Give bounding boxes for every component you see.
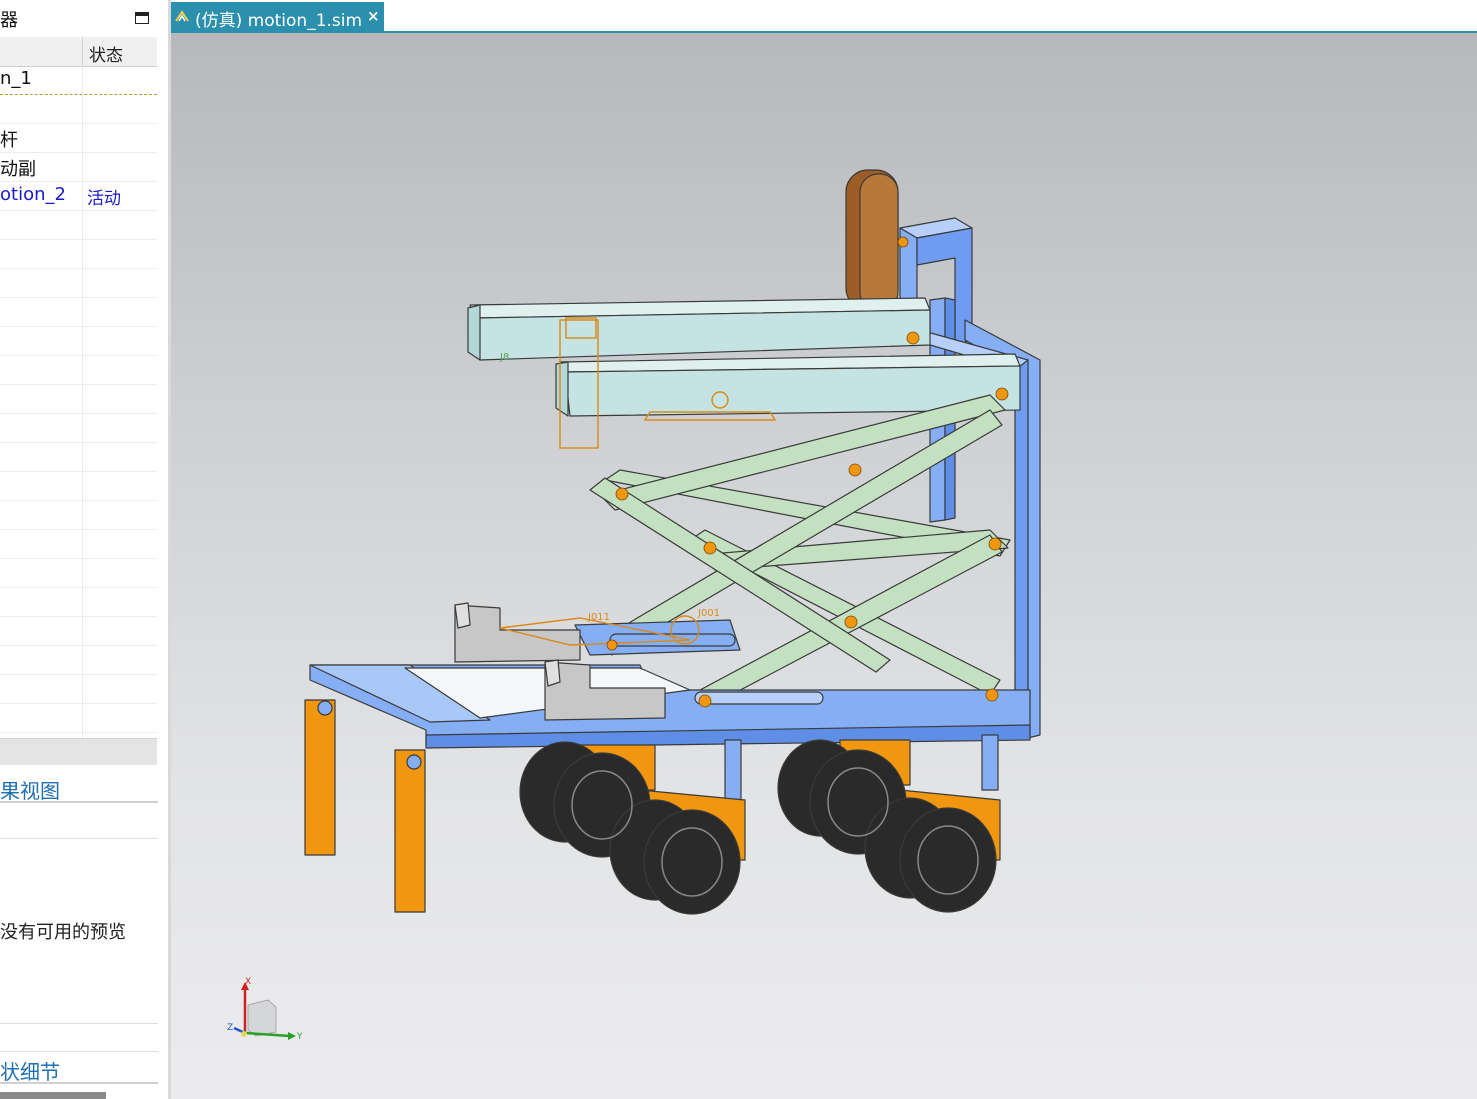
tree-row-status: 活动 (87, 189, 121, 209)
tree-row[interactable]: 动副 (0, 153, 157, 182)
axis-z-label: Z (227, 1023, 233, 1033)
axis-triad-icon: X Y Z (227, 977, 303, 1042)
tree-row[interactable] (0, 95, 157, 124)
tree-row[interactable] (0, 240, 157, 269)
tree-row[interactable] (0, 559, 157, 588)
tree-row[interactable] (0, 385, 157, 414)
tree-row[interactable] (0, 675, 157, 704)
tree-row-name: 动副 (0, 159, 36, 180)
scissor-linkage[interactable] (589, 394, 1011, 706)
tree-row[interactable] (0, 704, 157, 733)
tree-row[interactable] (0, 211, 157, 240)
tree-row-name: 杆 (0, 130, 18, 151)
navigator-tree: n_1 杆动副 otion_2 活动 (0, 66, 157, 762)
tree-row[interactable] (0, 327, 157, 356)
tree-row[interactable] (0, 501, 157, 530)
panel-divider[interactable] (0, 738, 157, 765)
axis-x-label: X (245, 977, 251, 987)
tree-row[interactable] (0, 646, 157, 675)
tree-row[interactable] (0, 443, 157, 472)
tree-row[interactable] (0, 356, 157, 385)
tree-row[interactable] (0, 414, 157, 443)
navigator-title: 器 (0, 10, 18, 31)
base-frame[interactable] (309, 619, 1031, 749)
joint-label-j011: J011 (587, 612, 610, 623)
wheels[interactable] (519, 739, 997, 915)
simulation-file-icon (175, 10, 189, 22)
preview-section-title[interactable]: 果视图 (0, 775, 60, 804)
status-column-header[interactable]: 状态 (89, 41, 123, 66)
headrest[interactable] (845, 169, 899, 311)
graphics-viewport[interactable]: J8 J011 J001 X Y Z (171, 33, 1477, 1099)
maximize-icon[interactable] (135, 12, 149, 24)
joint-label-j8: J8 (499, 352, 509, 363)
tree-row[interactable] (0, 617, 157, 646)
axis-y-label: Y (296, 1032, 303, 1042)
column-header: 状态 (0, 37, 157, 67)
tree-row[interactable]: 杆 (0, 124, 157, 153)
tree-row-name: otion_2 (0, 184, 66, 205)
tree-row[interactable] (0, 298, 157, 327)
tab-bar: (仿真) motion_1.sim × (171, 0, 1477, 33)
tree-row[interactable] (0, 269, 157, 298)
tree-row-name: n_1 (0, 68, 32, 89)
front-legs[interactable] (304, 699, 426, 913)
details-section-title[interactable]: 状细节 (0, 1056, 60, 1085)
model-scene: J8 J011 J001 X Y Z (227, 169, 1041, 1042)
close-icon[interactable]: × (367, 7, 380, 25)
tree-row[interactable] (0, 472, 157, 501)
platform-upper[interactable] (467, 297, 931, 361)
horizontal-scrollbar[interactable] (0, 1092, 106, 1099)
tab-label: (仿真) motion_1.sim (195, 11, 363, 31)
tree-row[interactable]: n_1 (0, 66, 157, 95)
tree-row[interactable]: otion_2 活动 (0, 182, 157, 211)
navigator-panel: 器 状态 n_1 杆动副 otion_2 活动 果视图 没有可用的预览 状细节 (0, 0, 169, 1099)
joint-label-j001: J001 (697, 608, 720, 619)
tab-motion-sim[interactable]: (仿真) motion_1.sim × (171, 2, 384, 31)
no-preview-text: 没有可用的预览 (0, 922, 126, 943)
tree-row[interactable] (0, 588, 157, 617)
tree-row[interactable] (0, 530, 157, 559)
